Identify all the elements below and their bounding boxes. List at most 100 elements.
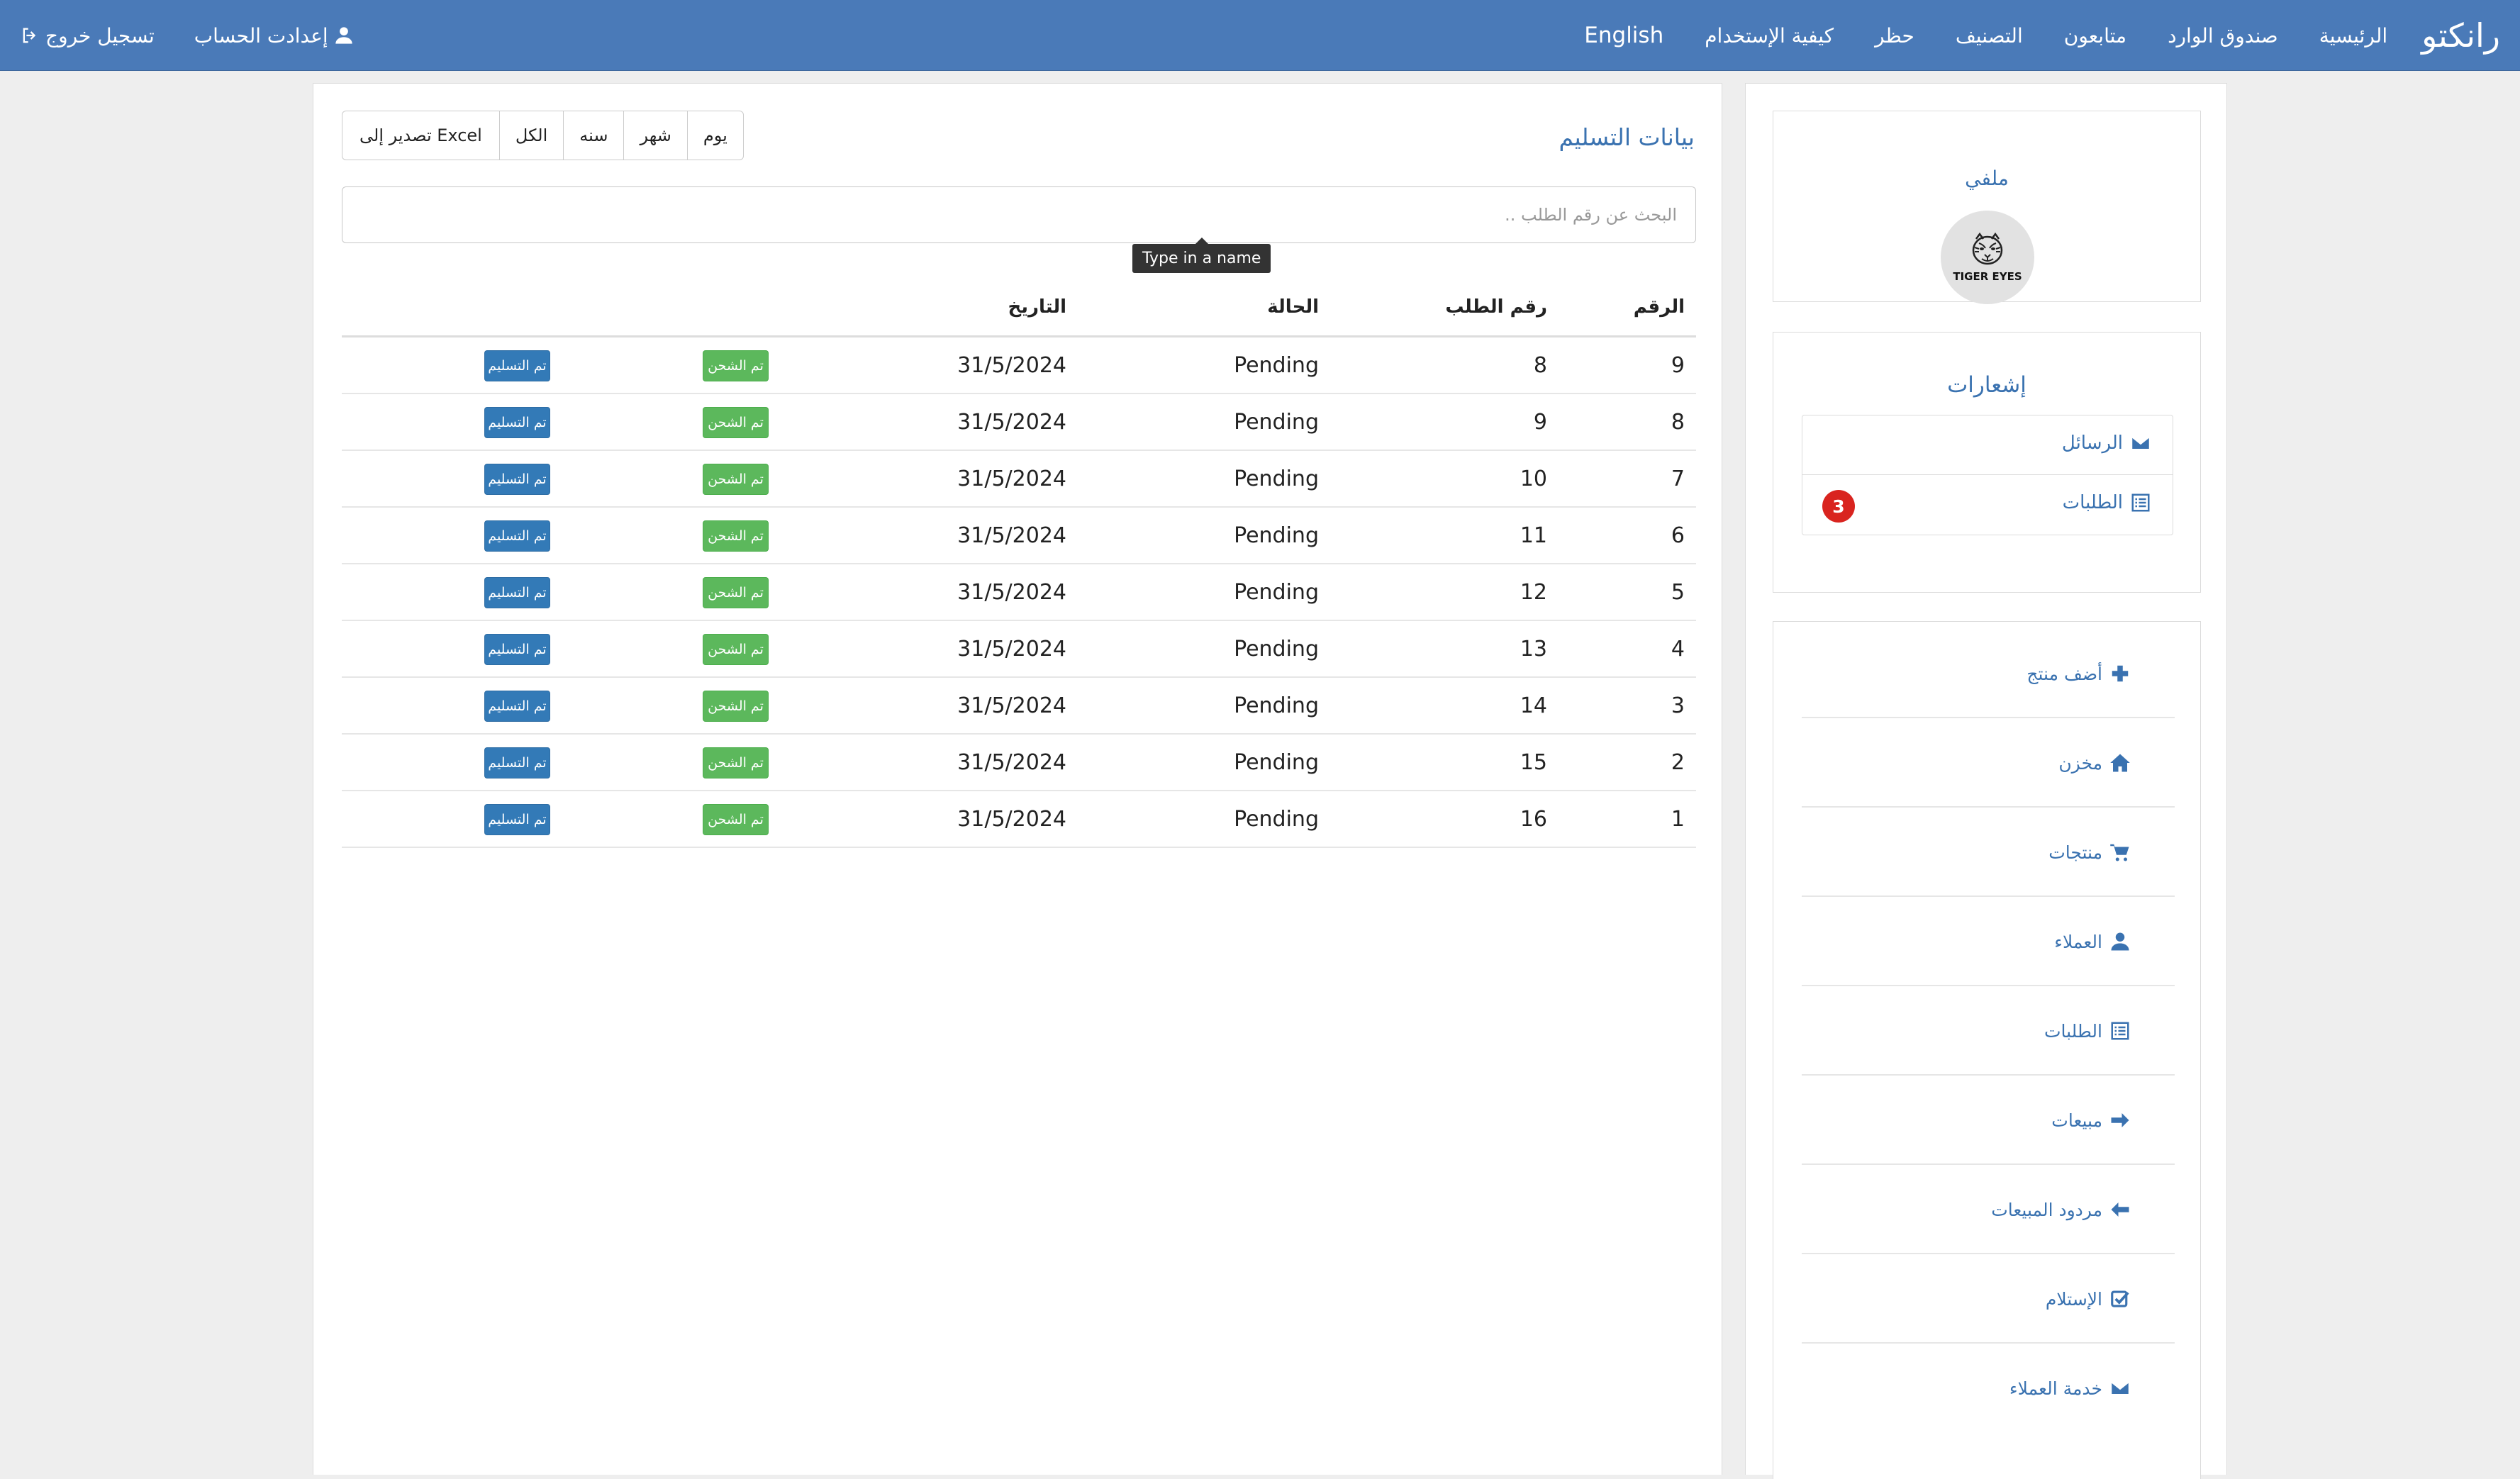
profile-card: ملفي TIGER EYES (1773, 111, 2201, 304)
cell-order-number: 10 (1520, 467, 1547, 491)
profile-title[interactable]: ملفي (1773, 167, 2200, 190)
export-excel-button[interactable]: تصدير إلى Excel (342, 111, 499, 160)
cell-status: Pending (1234, 523, 1319, 548)
delivered-button[interactable]: تم التسليم (484, 691, 550, 722)
shipped-button[interactable]: تم الشحن (703, 577, 769, 608)
cell-order-number: 15 (1520, 750, 1547, 775)
shipped-button[interactable]: تم الشحن (703, 634, 769, 665)
delivered-button[interactable]: تم التسليم (484, 747, 550, 778)
menu-receiving[interactable]: الإستلام (1802, 1254, 2175, 1344)
cell-order-number: 16 (1520, 807, 1547, 832)
nav-ranking[interactable]: التصنيف (1956, 24, 2023, 48)
cell-status: Pending (1234, 580, 1319, 605)
nav-home[interactable]: الرئيسية (2319, 24, 2387, 48)
delivered-button[interactable]: تم التسليم (484, 350, 550, 381)
brand-logo[interactable]: رانكتو (2421, 16, 2500, 55)
table-row: 4 13 Pending 31/5/2024 تم الشحن تم التسليم (342, 621, 1696, 678)
actions-menu: أضف منتج مخزن منتجات العملاء الطلبات مبي… (1802, 629, 2175, 1433)
menu-customers[interactable]: العملاء (1802, 897, 2175, 986)
account-settings-link[interactable]: إعدادت الحساب (194, 24, 354, 48)
table-row: 8 9 Pending 31/5/2024 تم الشحن تم التسليم (342, 394, 1696, 451)
cell-order-number: 8 (1533, 353, 1547, 378)
menu-sales-returns[interactable]: مردود المبيعات (1802, 1165, 2175, 1254)
menu-warehouse[interactable]: مخزن (1802, 718, 2175, 808)
delivered-button[interactable]: تم التسليم (484, 634, 550, 665)
cell-date: 31/5/2024 (957, 353, 1066, 378)
list-icon (2111, 1022, 2129, 1040)
shipped-button[interactable]: تم الشحن (703, 520, 769, 552)
menu-label: الطلبات (2044, 1020, 2102, 1042)
filter-year-button[interactable]: سنه (563, 111, 623, 160)
shipped-button[interactable]: تم الشحن (703, 350, 769, 381)
cart-icon (2110, 844, 2129, 861)
header-number: الرقم (1633, 296, 1685, 318)
header-order-number: رقم الطلب (1445, 296, 1547, 318)
notifications-card: إشعارات الرسائل 3 الطلبات (1773, 332, 2201, 593)
search-tooltip: Type in a name (1132, 238, 1271, 273)
header-date: التاريخ (1008, 296, 1066, 318)
sign-out-icon (23, 28, 36, 43)
delivered-button[interactable]: تم التسليم (484, 407, 550, 438)
delivered-button[interactable]: تم التسليم (484, 520, 550, 552)
menu-orders[interactable]: الطلبات (1802, 986, 2175, 1076)
page-title: بيانات التسليم (1559, 123, 1695, 151)
arrow-right-icon (2111, 1113, 2129, 1127)
table-row: 1 16 Pending 31/5/2024 تم الشحن تم التسليم (342, 791, 1696, 848)
table-row: 3 14 Pending 31/5/2024 تم الشحن تم التسليم (342, 678, 1696, 735)
order-search-input[interactable] (342, 186, 1696, 243)
nav-main-links: رانكتو الرئيسية صندوق الوارد متابعون الت… (1543, 0, 2500, 71)
table-header: الرقم رقم الطلب الحالة التاريخ (342, 275, 1696, 337)
notification-messages-label: الرسائل (2061, 432, 2123, 454)
delivered-button[interactable]: تم التسليم (484, 464, 550, 495)
cell-date: 31/5/2024 (957, 523, 1066, 548)
menu-customer-service[interactable]: خدمة العملاء (1802, 1344, 2175, 1433)
nav-inbox[interactable]: صندوق الوارد (2168, 24, 2278, 48)
nav-how-to-use[interactable]: كيفية الإستخدام (1705, 24, 1834, 48)
cell-status: Pending (1234, 750, 1319, 775)
shipped-button[interactable]: تم الشحن (703, 407, 769, 438)
delivered-button[interactable]: تم التسليم (484, 577, 550, 608)
cell-date: 31/5/2024 (957, 807, 1066, 832)
orders-count-badge: 3 (1822, 490, 1855, 523)
shipped-button[interactable]: تم الشحن (703, 747, 769, 778)
nav-block[interactable]: حظر (1875, 24, 1914, 48)
cell-order-number: 11 (1520, 523, 1547, 548)
filter-day-button[interactable]: يوم (686, 111, 743, 160)
delivery-data-panel: بيانات التسليم تصدير إلى Excel الكل سنه … (313, 83, 1722, 1475)
menu-label: مخزن (2058, 752, 2102, 774)
cell-number: 1 (1671, 807, 1685, 832)
avatar[interactable]: TIGER EYES (1941, 211, 2034, 304)
actions-menu-card: أضف منتج مخزن منتجات العملاء الطلبات مبي… (1773, 621, 2201, 1479)
cell-number: 6 (1671, 523, 1685, 548)
menu-add-product[interactable]: أضف منتج (1802, 629, 2175, 718)
logout-link[interactable]: تسجيل خروج (20, 24, 155, 48)
notification-orders[interactable]: 3 الطلبات (1802, 475, 2173, 535)
check-square-icon (2111, 1290, 2129, 1307)
cell-status: Pending (1234, 807, 1319, 832)
cell-order-number: 14 (1520, 693, 1547, 718)
nav-language[interactable]: English (1584, 23, 1663, 48)
cell-order-number: 12 (1520, 580, 1547, 605)
filter-all-button[interactable]: الكل (498, 111, 563, 160)
menu-sales[interactable]: مبيعات (1802, 1076, 2175, 1165)
notifications-title: إشعارات (1947, 372, 2026, 398)
menu-products[interactable]: منتجات (1802, 808, 2175, 897)
cell-date: 31/5/2024 (957, 750, 1066, 775)
shipped-button[interactable]: تم الشحن (703, 804, 769, 835)
shipped-button[interactable]: تم الشحن (703, 464, 769, 495)
delivered-button[interactable]: تم التسليم (484, 804, 550, 835)
menu-label: مبيعات (2051, 1110, 2102, 1131)
filter-month-button[interactable]: شهر (623, 111, 686, 160)
sidebar: ملفي TIGER EYES إشعارات الرسائل 3 الطلبا… (1745, 83, 2227, 1479)
nav-account-links: تسجيل خروج إعدادت الحساب (20, 0, 394, 71)
user-icon (335, 27, 352, 44)
menu-label: الإستلام (2045, 1288, 2102, 1310)
cell-number: 4 (1671, 637, 1685, 662)
notification-messages[interactable]: الرسائل (1802, 415, 2173, 475)
cell-date: 31/5/2024 (957, 410, 1066, 435)
cell-date: 31/5/2024 (957, 693, 1066, 718)
nav-followers[interactable]: متابعون (2064, 24, 2126, 48)
plus-icon (2112, 665, 2129, 682)
cell-order-number: 13 (1520, 637, 1547, 662)
shipped-button[interactable]: تم الشحن (703, 691, 769, 722)
